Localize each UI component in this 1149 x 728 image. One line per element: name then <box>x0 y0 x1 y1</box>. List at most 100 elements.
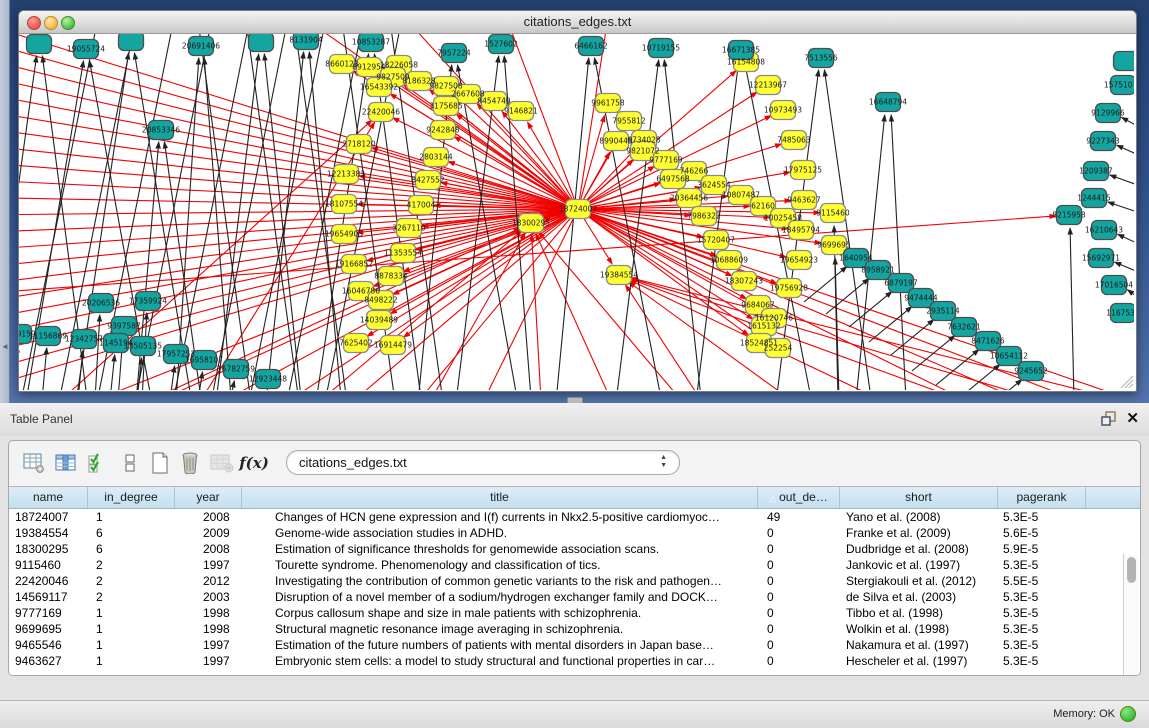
column-header-outde[interactable]: △out_de… <box>758 487 840 508</box>
window-resize-grip[interactable] <box>1118 373 1134 389</box>
table-row[interactable]: 2242004622012Investigating the contribut… <box>9 573 1124 589</box>
cell-title: Investigating the contribution of common… <box>242 573 758 589</box>
graph-node-label: 3624554 <box>697 181 731 190</box>
graph-edge <box>616 60 659 390</box>
table-row[interactable]: 911546021997Tourette syndrome. Phenomeno… <box>9 557 1124 573</box>
cell-title: Estimation of significance thresholds fo… <box>242 541 758 557</box>
function-builder-icon[interactable]: f(x) <box>241 449 267 477</box>
table-row[interactable]: 1830029562008Estimation of significance … <box>9 541 1124 557</box>
delete-table-icon[interactable] <box>209 449 235 477</box>
graph-node-label: 9129966 <box>1091 109 1125 118</box>
graph-node-label: 10807487 <box>722 191 760 200</box>
cell-name: 9115460 <box>9 557 88 573</box>
graph-edge <box>912 336 955 371</box>
network-canvas[interactable]: 1872400718300295193845548660123891295418… <box>19 34 1134 390</box>
graph-node-label: 20853346 <box>142 126 180 135</box>
memory-status-label[interactable]: Memory: OK <box>1053 708 1115 720</box>
delete-column-icon[interactable] <box>177 449 203 477</box>
memory-ok-indicator-icon[interactable] <box>1120 706 1136 722</box>
table-row[interactable]: 946554611997Estimation of the future num… <box>9 637 1124 653</box>
graph-node-label: 20691406 <box>182 42 220 51</box>
table-toolbar: f(x) citations_edges.txt ▲▼ <box>9 441 1140 486</box>
graph-node-label: 19166852 <box>335 260 373 269</box>
graph-node-unlabeled[interactable] <box>119 34 144 51</box>
scrollbar-thumb[interactable] <box>1127 557 1136 583</box>
graph-node-label: 12213383 <box>327 170 365 179</box>
column-header-year[interactable]: year <box>175 487 242 508</box>
cell-name: 18300295 <box>9 541 88 557</box>
graph-node-label: 8958921 <box>861 266 895 275</box>
graph-node-label: 7632621 <box>947 323 981 332</box>
graph-node-label: 11156869 <box>29 332 67 341</box>
graph-node-unlabeled[interactable] <box>1114 52 1135 71</box>
table-row[interactable]: 946362711997Embryonic stem cells: a mode… <box>9 653 1124 669</box>
column-header-title[interactable]: title <box>242 487 758 508</box>
cell-year: 1997 <box>175 637 242 653</box>
cell-short: Tibbo et al. (1998) <box>840 605 998 621</box>
graph-edge <box>578 209 786 257</box>
network-desktop: ◄ citations_edges.txt 18724007 <box>0 0 1149 403</box>
column-header-indegree[interactable]: in_degree <box>88 487 175 508</box>
graph-node-unlabeled[interactable] <box>27 35 52 54</box>
graph-edge <box>1118 234 1134 246</box>
graph-edge <box>532 235 541 390</box>
graph-edge <box>1110 175 1134 187</box>
graph-node-label: 10719155 <box>642 44 680 53</box>
graph-node-label: 10973493 <box>764 106 802 115</box>
graph-node-label: 18300295 <box>512 219 550 228</box>
column-header-short[interactable]: short <box>840 487 998 508</box>
cell-year: 1998 <box>175 605 242 621</box>
graph-node-label: 6466162 <box>574 42 608 51</box>
cell-short: Yano et al. (2008) <box>840 509 998 525</box>
graph-node-label: 9777169 <box>649 156 683 165</box>
network-window-titlebar[interactable]: citations_edges.txt <box>19 11 1136 34</box>
cell-out-degree: 0 <box>758 541 840 557</box>
panel-collapse-icon[interactable]: ◄ <box>1 342 9 351</box>
table-row[interactable]: 969969511998Structural magnetic resonanc… <box>9 621 1124 637</box>
graph-node-label: 62160 <box>751 202 775 211</box>
close-panel-icon[interactable]: ✕ <box>1126 409 1139 427</box>
graph-node-label: 22420046 <box>362 108 400 117</box>
graph-node-label: 9242848 <box>426 126 460 135</box>
cell-year: 1997 <box>175 653 242 669</box>
table-row[interactable]: 1938455462009Genome-wide association stu… <box>9 525 1124 541</box>
graph-node-label: 2935114 <box>926 307 960 316</box>
cell-name: 9465546 <box>9 637 88 653</box>
cell-out-degree: 0 <box>758 637 840 653</box>
cell-title: Disruption of a novel member of a sodium… <box>242 589 758 605</box>
vertical-scrollbar[interactable] <box>1123 554 1139 675</box>
float-window-icon[interactable] <box>1101 411 1117 427</box>
column-header-pagerank[interactable]: pagerank <box>998 487 1086 508</box>
cell-year: 2008 <box>175 541 242 557</box>
row-height-icon[interactable] <box>117 449 143 477</box>
new-column-icon[interactable] <box>147 449 173 477</box>
cell-out-degree: 0 <box>758 525 840 541</box>
cell-in-degree: 2 <box>88 557 175 573</box>
cell-short: Nakamura et al. (1997) <box>840 637 998 653</box>
table-mode-icon[interactable] <box>21 449 47 477</box>
table-row[interactable]: 977716911998Corpus callosum shape and si… <box>9 605 1124 621</box>
graph-edge <box>264 54 301 390</box>
cell-name: 18724007 <box>9 509 88 525</box>
table-row[interactable]: 1872400712008Changes of HCN gene express… <box>9 509 1124 525</box>
column-header-name[interactable]: name <box>9 487 88 508</box>
table-rows: 1872400712008Changes of HCN gene express… <box>9 509 1124 676</box>
graph-node-label: 1615132 <box>747 322 781 331</box>
graph-node-label: 14039489 <box>360 316 398 325</box>
graph-node-label: 9474444 <box>904 294 938 303</box>
show-columns-icon[interactable] <box>53 449 79 477</box>
graph-node-label: 20206536 <box>82 299 120 308</box>
graph-node-unlabeled[interactable] <box>249 34 274 52</box>
cell-pagerank: 5.3E-5 <box>998 653 1086 669</box>
graph-node-label: 19756928 <box>770 284 808 293</box>
cell-title: Tourette syndrome. Phenomenology and cla… <box>242 557 758 573</box>
graph-node-label: 17016504 <box>1095 281 1133 290</box>
graph-node-label: 20364456 <box>670 194 708 203</box>
graph-node-label: 8878334 <box>374 272 408 281</box>
table-selector-dropdown[interactable]: citations_edges.txt ▲▼ <box>286 450 680 475</box>
cell-year: 2003 <box>175 589 242 605</box>
select-columns-icon[interactable] <box>85 449 111 477</box>
table-row[interactable]: 1456911722003Disruption of a novel membe… <box>9 589 1124 605</box>
graph-node-label: 15720407 <box>697 236 735 245</box>
graph-node-label: 1527602 <box>484 40 518 49</box>
